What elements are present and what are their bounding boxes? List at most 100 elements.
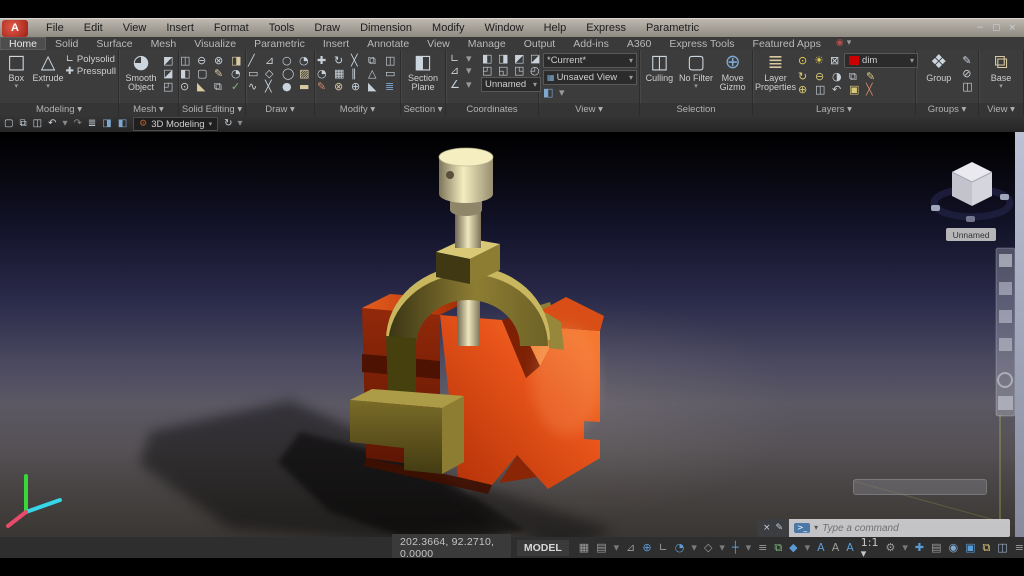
isodraft-arrow-icon[interactable]: ▾: [719, 542, 725, 553]
construction-line-icon[interactable]: ╳: [265, 81, 278, 92]
tab-annotate[interactable]: Annotate: [358, 37, 418, 50]
fullscreen-icon[interactable]: ◫: [997, 542, 1007, 553]
view-dropdown[interactable]: ▦Unsaved View▾: [543, 70, 637, 85]
annotation-scale-value[interactable]: 1:1 ▾: [861, 537, 879, 559]
annotation-visibility-icon[interactable]: A: [817, 542, 825, 553]
ucs-named-icon[interactable]: ∠: [450, 79, 462, 90]
qat-open-icon[interactable]: ⧉: [19, 119, 26, 129]
polysolid-button[interactable]: ∟Polysolid: [66, 54, 116, 65]
ucs-previous-icon[interactable]: ⊿: [450, 65, 462, 76]
layer-previous-icon[interactable]: ↶: [832, 84, 845, 95]
offset-icon[interactable]: ∥: [351, 68, 364, 79]
tab-parametric[interactable]: Parametric: [245, 37, 314, 50]
smooth-more-icon[interactable]: ◩: [163, 55, 176, 66]
move-gizmo-button[interactable]: ⊕Move Gizmo: [715, 51, 750, 93]
taper-faces-icon[interactable]: ◣: [197, 81, 210, 92]
qat-more-icon[interactable]: ▾: [237, 119, 242, 129]
slice-icon[interactable]: ◨: [231, 55, 244, 66]
tab-featured-apps[interactable]: Featured Apps: [744, 37, 830, 50]
ucs-object-icon[interactable]: ◱: [498, 65, 510, 76]
visual-style-dropdown[interactable]: *Current*▾: [543, 53, 637, 68]
annotation-scale-icon[interactable]: A: [846, 542, 854, 553]
vertical-scrollbar[interactable]: [1015, 132, 1024, 537]
infer-constraints-icon[interactable]: ⊿: [626, 542, 635, 553]
section-plane-button[interactable]: ◧Section Plane: [403, 51, 443, 93]
customization-icon[interactable]: ≡: [1015, 542, 1024, 553]
circle-icon[interactable]: ○: [282, 55, 295, 66]
ellipse-icon[interactable]: ◯: [282, 68, 295, 79]
qat-batch-save-icon[interactable]: ◧: [118, 119, 127, 129]
snap-icon[interactable]: ▤: [596, 542, 606, 553]
menu-draw[interactable]: Draw: [304, 20, 350, 36]
qat-plot-icon[interactable]: ≣: [88, 119, 96, 129]
layer-lock-icon[interactable]: ⊠: [830, 55, 842, 66]
ungroup-icon[interactable]: ⊘: [962, 68, 975, 79]
thicken-icon[interactable]: ◧: [180, 68, 193, 79]
close-button[interactable]: ×: [1008, 24, 1016, 33]
ucs-name-dropdown[interactable]: Unnamed▾: [481, 77, 541, 92]
navigation-bar[interactable]: [996, 248, 1015, 416]
culling-button[interactable]: ◫Culling: [642, 51, 677, 83]
panel-label-draw[interactable]: Draw ▾: [246, 103, 314, 116]
rotate-icon[interactable]: ↻: [334, 55, 347, 66]
ucs-arrow-icon[interactable]: ▾: [466, 53, 478, 64]
autocad-logo-icon[interactable]: A: [2, 20, 28, 37]
polar-tracking-icon[interactable]: ◔: [675, 542, 685, 553]
ucs-view-icon[interactable]: ◳: [514, 65, 526, 76]
fillet-icon[interactable]: ◔: [317, 68, 330, 79]
group-button[interactable]: ❖Group: [919, 51, 959, 83]
menu-edit[interactable]: Edit: [74, 20, 113, 36]
grid-icon[interactable]: ▦: [579, 542, 589, 553]
tab-home[interactable]: Home: [0, 37, 46, 50]
line-icon[interactable]: ╱: [248, 55, 261, 66]
ucs-y-icon[interactable]: ◩: [514, 53, 526, 64]
polar-arrow-icon[interactable]: ▾: [691, 542, 697, 553]
offset-edge-icon[interactable]: ◔: [231, 68, 244, 79]
tab-solid[interactable]: Solid: [46, 37, 87, 50]
explode-icon[interactable]: ⊗: [334, 81, 347, 92]
check-interference-icon[interactable]: ✓: [231, 81, 244, 92]
layer-isolate-icon[interactable]: ◑: [832, 71, 845, 82]
box-button[interactable]: □Box▾: [2, 51, 31, 92]
qat-save-as-icon[interactable]: ◨: [102, 119, 111, 129]
layer-merge-icon[interactable]: ▣: [849, 84, 862, 95]
panel-label-selection[interactable]: Selection: [640, 103, 752, 116]
separate-icon[interactable]: ⧉: [214, 81, 227, 92]
osnap-3d-icon[interactable]: ◆: [789, 542, 797, 553]
properties-icon[interactable]: ≣: [385, 81, 398, 92]
selection-cycling-icon[interactable]: ⧉: [774, 542, 782, 553]
lineweight-icon[interactable]: ≡: [758, 542, 767, 553]
presspull-button[interactable]: ✚Presspull: [66, 66, 116, 77]
tab-output[interactable]: Output: [515, 37, 565, 50]
layer-off-icon[interactable]: ⊖: [815, 71, 828, 82]
qat-refresh-icon[interactable]: ↻: [224, 119, 232, 129]
viewcube-ucs-button[interactable]: Unnamed: [946, 228, 996, 241]
make-current-icon[interactable]: ⊕: [798, 84, 811, 95]
graphics-performance-icon[interactable]: ▣: [965, 542, 975, 553]
tab-add-ins[interactable]: Add-ins: [564, 37, 618, 50]
imprint-icon[interactable]: ✎: [214, 68, 227, 79]
tab-mesh[interactable]: Mesh: [142, 37, 186, 50]
trim-icon[interactable]: ╳: [351, 55, 364, 66]
restore-button[interactable]: ▢: [992, 24, 1001, 33]
shell-icon[interactable]: ▢: [197, 68, 210, 79]
qat-redo-icon[interactable]: ↷: [73, 119, 81, 129]
menu-file[interactable]: File: [36, 20, 74, 36]
extrude-button[interactable]: △Extrude▾: [33, 51, 64, 92]
command-close-icon[interactable]: ×: [763, 524, 771, 533]
menu-dimension[interactable]: Dimension: [350, 20, 422, 36]
box-flyout-icon[interactable]: ▾: [14, 83, 18, 90]
qat-undo-icon[interactable]: ↶: [48, 119, 56, 129]
layer-thaw-icon[interactable]: ☀: [814, 55, 826, 66]
clamp-screw[interactable]: [439, 148, 493, 248]
layer-walk-icon[interactable]: ✎: [866, 71, 879, 82]
polyline-icon[interactable]: ⊿: [265, 55, 278, 66]
viewcube[interactable]: [931, 162, 1010, 222]
subtract-icon[interactable]: ⊖: [197, 55, 210, 66]
workspace-switching-icon[interactable]: ⚙: [885, 542, 895, 553]
command-customize-icon[interactable]: ✎: [776, 524, 784, 533]
smooth-object-button[interactable]: ◕Smooth Object: [121, 51, 161, 93]
fillet-edge-icon[interactable]: ⊙: [180, 81, 193, 92]
ucs-x-icon[interactable]: ◨: [498, 53, 510, 64]
mesh-refine-icon[interactable]: ◰: [163, 81, 176, 92]
